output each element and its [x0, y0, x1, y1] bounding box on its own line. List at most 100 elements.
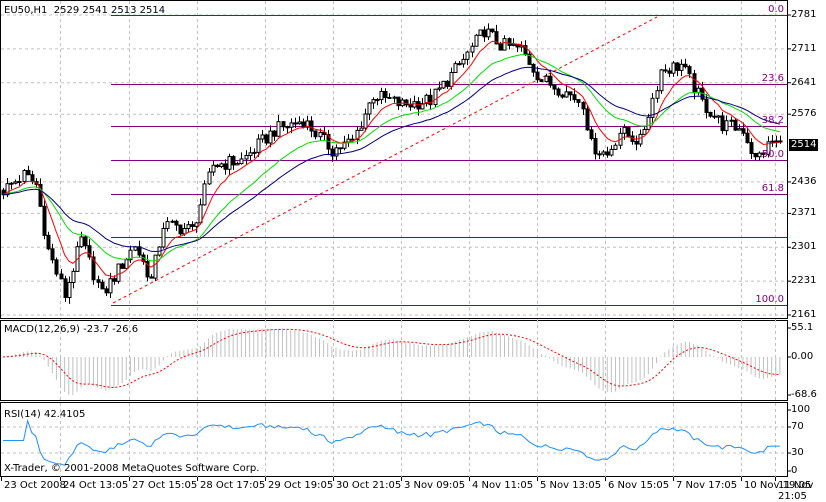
candle-body [30, 174, 35, 183]
price-axis-label: 2161 [791, 309, 817, 320]
candle-body [67, 281, 72, 298]
candle-body [601, 151, 606, 155]
candle-body [231, 156, 236, 166]
chart-title: EU50,H1 2529 2541 2513 2514 [4, 5, 166, 16]
time-axis-label: 28 Oct 17:05 [200, 480, 266, 491]
candle-body [379, 90, 384, 101]
time-axis-label: 29 Oct 19:05 [268, 480, 334, 491]
rsi-label: RSI(14) 42.4105 [4, 409, 86, 420]
candle-body [100, 281, 105, 290]
candle-body [572, 94, 577, 101]
candle-body [256, 138, 261, 153]
candle-body [17, 180, 22, 183]
candle-body [71, 270, 76, 283]
candle-body [170, 220, 175, 223]
candle-body [482, 29, 487, 38]
candle-body [667, 70, 672, 74]
macd-axis-label: 0.00 [791, 351, 814, 362]
copyright-text: X-Trader, © 2001-2008 MetaQuotes Softwar… [4, 463, 260, 474]
time-axis-label: 11 Nov 21:05 [778, 480, 814, 502]
candle-body [642, 128, 647, 135]
candle-body [441, 80, 446, 89]
candle-body [96, 279, 101, 283]
candle-body [79, 236, 84, 248]
candle-body [383, 90, 388, 98]
candle-body [683, 63, 688, 68]
candle-body [313, 130, 318, 138]
current-price-label: 2514 [789, 139, 819, 151]
candle-body [387, 96, 392, 99]
time-axis-label: 6 Nov 15:05 [608, 480, 670, 491]
candle-body [461, 58, 466, 65]
candle-body [260, 134, 265, 140]
fibonacci-level-label: 38.2 [761, 114, 784, 126]
candle-body [675, 62, 680, 71]
candle-body [613, 144, 618, 150]
price-axis-label: 2641 [791, 76, 817, 88]
candle-body [112, 278, 117, 282]
price-axis-label: 2576 [791, 108, 817, 120]
fibonacci-level-label: 61.8 [761, 182, 784, 194]
candle-body [720, 115, 725, 132]
candle-body [46, 234, 51, 250]
chart-canvas[interactable] [0, 0, 826, 493]
candle-body [50, 248, 55, 261]
price-axis-label: 2781 [791, 9, 817, 20]
candle-body [268, 130, 273, 144]
candle-body [281, 121, 286, 128]
candle-body [507, 38, 512, 46]
candle-body [552, 84, 557, 90]
candle-body [22, 169, 27, 182]
candle-body [729, 119, 734, 122]
fibonacci-level-label: 23.6 [761, 72, 784, 84]
candle-body [83, 236, 88, 247]
candle-body [449, 72, 454, 87]
candle-body [511, 43, 516, 46]
candle-body [161, 227, 166, 248]
candle-body [297, 121, 302, 125]
rsi-axis-label: 70 [791, 421, 804, 432]
candle-body [605, 151, 610, 156]
candle-body [174, 220, 179, 226]
candle-body [182, 227, 187, 235]
price-axis-label: 2301 [791, 241, 817, 253]
candle-body [634, 140, 639, 145]
candle-body [219, 163, 224, 168]
rsi-axis-label: 30 [791, 447, 804, 458]
rsi-line [3, 418, 780, 466]
candle-body [453, 63, 458, 74]
candle-body [655, 90, 660, 99]
candle-body [227, 156, 232, 170]
candle-body [252, 151, 257, 154]
candle-body [692, 73, 697, 94]
candle-body [334, 147, 339, 157]
candle-body [293, 122, 298, 125]
candle-body [724, 120, 729, 132]
candle-body [576, 99, 581, 103]
macd-label: MACD(12,26,9) -23.7 -26.6 [4, 324, 139, 335]
price-axis-label: 2371 [791, 207, 817, 219]
candle-body [745, 132, 750, 144]
candle-body [733, 119, 738, 131]
candle-body [309, 120, 314, 132]
rsi-axis-label: 100 [791, 404, 811, 415]
candle-body [289, 122, 294, 128]
macd-signal-line [2, 328, 780, 388]
ohlc-values: 2529 2541 2513 2514 [53, 5, 166, 16]
candle-body [392, 96, 397, 99]
candle-body [638, 133, 643, 145]
candle-body [26, 169, 31, 176]
candle-body [149, 276, 154, 279]
candle-body [285, 126, 290, 129]
candle-body [116, 263, 121, 282]
candle-body [470, 45, 475, 53]
candle-body [445, 80, 450, 87]
candle-body [124, 259, 129, 269]
candle-body [708, 111, 713, 117]
candle-body [474, 34, 479, 47]
candle-body [375, 99, 380, 102]
time-axis-label: 30 Oct 21:05 [336, 480, 402, 491]
candle-body [535, 71, 540, 81]
time-axis-label: 5 Nov 13:05 [540, 480, 602, 491]
candle-body [490, 28, 495, 33]
